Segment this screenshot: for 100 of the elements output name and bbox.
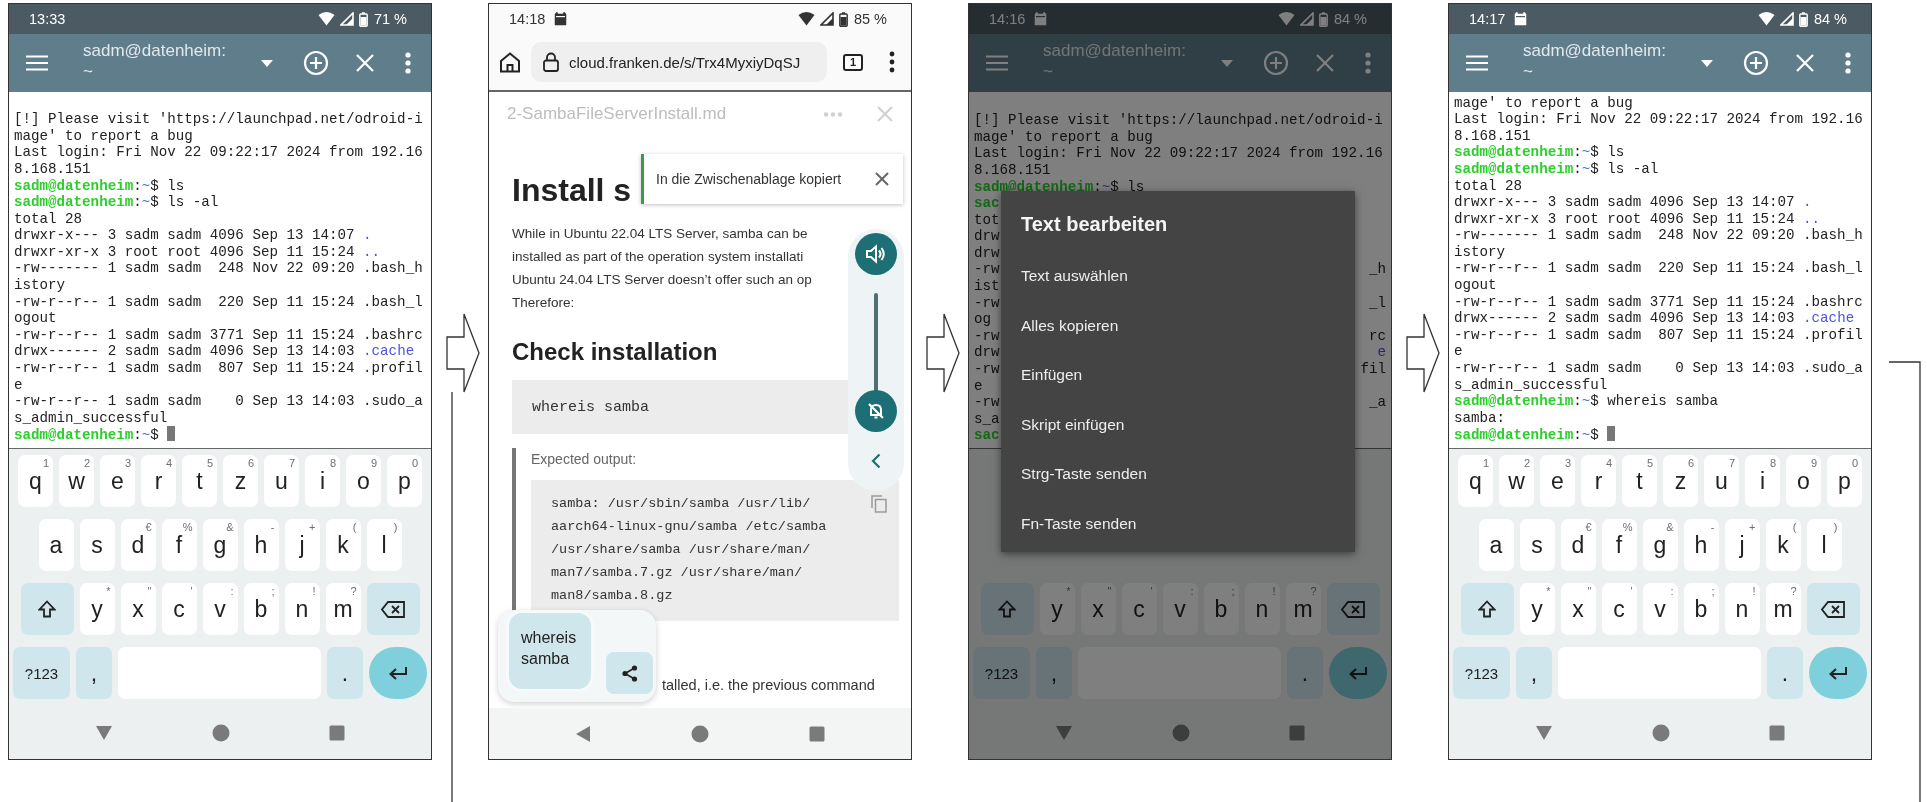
keyboard-key[interactable]: % f [161,519,197,571]
keyboard-key[interactable]: ' c [1121,583,1157,635]
clipboard-preview[interactable]: whereis samba [506,610,594,692]
add-circle-icon[interactable] [1743,50,1769,76]
address-field[interactable]: cloud.franken.de/s/Trx4MyxiyDqSJ [531,42,827,82]
keyboard-key[interactable]: + j [1724,519,1760,571]
keyboard-key[interactable]: 7 u [264,455,299,507]
home-icon[interactable] [499,51,521,73]
keyboard-key[interactable]: ' c [1601,583,1637,635]
keyboard-key[interactable]: & g [202,519,238,571]
shift-key[interactable] [20,583,74,635]
keyboard-key[interactable]: ! n [284,583,320,635]
caret-icon[interactable] [261,59,273,67]
keyboard-key[interactable]: : v [202,583,238,635]
keyboard-key[interactable]: . [327,647,363,699]
home-button-icon[interactable] [691,724,709,743]
keyboard-key[interactable]: 3 e [1540,455,1575,507]
keyboard-key[interactable]: 3 e [100,455,135,507]
keyboard-key[interactable]: , [76,647,112,699]
keyboard-key[interactable]: ? m [325,583,361,635]
more-icon[interactable] [889,51,895,73]
keyboard-key[interactable]: 0 p [387,455,422,507]
recents-icon[interactable] [1769,725,1785,741]
home-button-icon[interactable] [1172,724,1190,742]
menu-item[interactable]: Skript einfügen [1021,414,1125,435]
copy-icon[interactable] [871,495,887,513]
keyboard-key[interactable]: & g [1642,519,1678,571]
keyboard-key[interactable]: ! n [1724,583,1760,635]
menu-icon[interactable] [986,55,1008,71]
close-icon[interactable] [875,172,889,186]
volume-slider-thumb[interactable] [855,390,897,432]
chevron-left-icon[interactable] [871,453,881,469]
enter-key[interactable] [1809,647,1867,699]
keyboard-key[interactable]: ? m [1285,583,1321,635]
hide-keyboard-icon[interactable] [1535,725,1553,741]
home-button-icon[interactable] [1652,724,1670,742]
keyboard-key[interactable]: ! n [1244,583,1280,635]
add-circle-icon[interactable] [303,50,329,76]
back-icon[interactable] [575,724,591,743]
keyboard-key[interactable]: 2 w [1499,455,1534,507]
menu-item[interactable]: Alles kopieren [1021,315,1119,336]
keyboard-key[interactable]: s [79,519,115,571]
keyboard-key[interactable]: ( k [325,519,361,571]
keyboard-key[interactable]: € d [1560,519,1596,571]
keyboard-key[interactable]: 4 r [141,455,176,507]
home-button-icon[interactable] [212,724,230,742]
keyboard-key[interactable]: ? m [1765,583,1801,635]
speaker-button[interactable] [855,233,897,275]
keyboard-key[interactable]: * y [79,583,115,635]
session-title[interactable]: sadm@datenheim: ~ [83,40,226,82]
backspace-key[interactable] [1806,583,1860,635]
menu-item[interactable]: Text auswählen [1021,266,1128,286]
symbols-key[interactable]: ?123 [973,647,1030,699]
shift-key[interactable] [1460,583,1514,635]
symbols-key[interactable]: ?123 [13,647,70,699]
keyboard-key[interactable]: 5 t [182,455,217,507]
keyboard-key[interactable]: ' c [161,583,197,635]
keyboard-key[interactable]: % f [1601,519,1637,571]
keyboard-key[interactable]: a [1478,519,1514,571]
keyboard-key[interactable]: . [1767,647,1803,699]
recents-icon[interactable] [809,725,825,742]
keyboard-key[interactable]: ( k [1765,519,1801,571]
keyboard-key[interactable]: . [1287,647,1323,699]
keyboard-key[interactable]: 4 r [1581,455,1616,507]
caret-icon[interactable] [1221,59,1233,67]
keyboard-key[interactable]: 0 p [1827,455,1862,507]
menu-item[interactable]: Einfügen [1021,365,1083,385]
keyboard-key[interactable]: ; b [1683,583,1719,635]
menu-item[interactable]: Strg-Taste senden [1021,464,1147,484]
share-button[interactable] [606,652,653,694]
keyboard-key[interactable]: 1 q [1458,455,1493,507]
enter-key[interactable] [369,647,427,699]
keyboard-key[interactable]: " x [1080,583,1116,635]
hide-keyboard-icon[interactable] [1055,725,1073,741]
keyboard-key[interactable]: * y [1519,583,1555,635]
caret-icon[interactable] [1701,59,1713,67]
backspace-key[interactable] [366,583,420,635]
symbols-key[interactable]: ?123 [1453,647,1510,699]
tab-count-button[interactable]: 1 [843,53,863,71]
keyboard-key[interactable]: 8 i [305,455,340,507]
keyboard-key[interactable]: : v [1642,583,1678,635]
keyboard-key[interactable]: € d [120,519,156,571]
menu-icon[interactable] [26,55,48,71]
keyboard-key[interactable]: ) l [366,519,402,571]
keyboard-key[interactable]: ; b [1203,583,1239,635]
keyboard-key[interactable]: 1 q [18,455,53,507]
menu-icon[interactable] [1466,55,1488,71]
keyboard-key[interactable]: 9 o [346,455,381,507]
session-title[interactable]: sadm@datenheim: ~ [1523,40,1666,82]
keyboard-key[interactable]: 5 t [1622,455,1657,507]
keyboard-key[interactable]: 7 u [1704,455,1739,507]
keyboard-key[interactable]: 6 z [223,455,258,507]
keyboard-key[interactable]: ) l [1806,519,1842,571]
keyboard-key[interactable]: 2 w [59,455,94,507]
keyboard-key[interactable]: 8 i [1745,455,1780,507]
hide-keyboard-icon[interactable] [95,725,113,741]
keyboard-key[interactable]: - h [243,519,279,571]
keyboard-key[interactable]: 9 o [1786,455,1821,507]
keyboard-key[interactable]: " x [120,583,156,635]
keyboard-key[interactable]: , [1036,647,1072,699]
